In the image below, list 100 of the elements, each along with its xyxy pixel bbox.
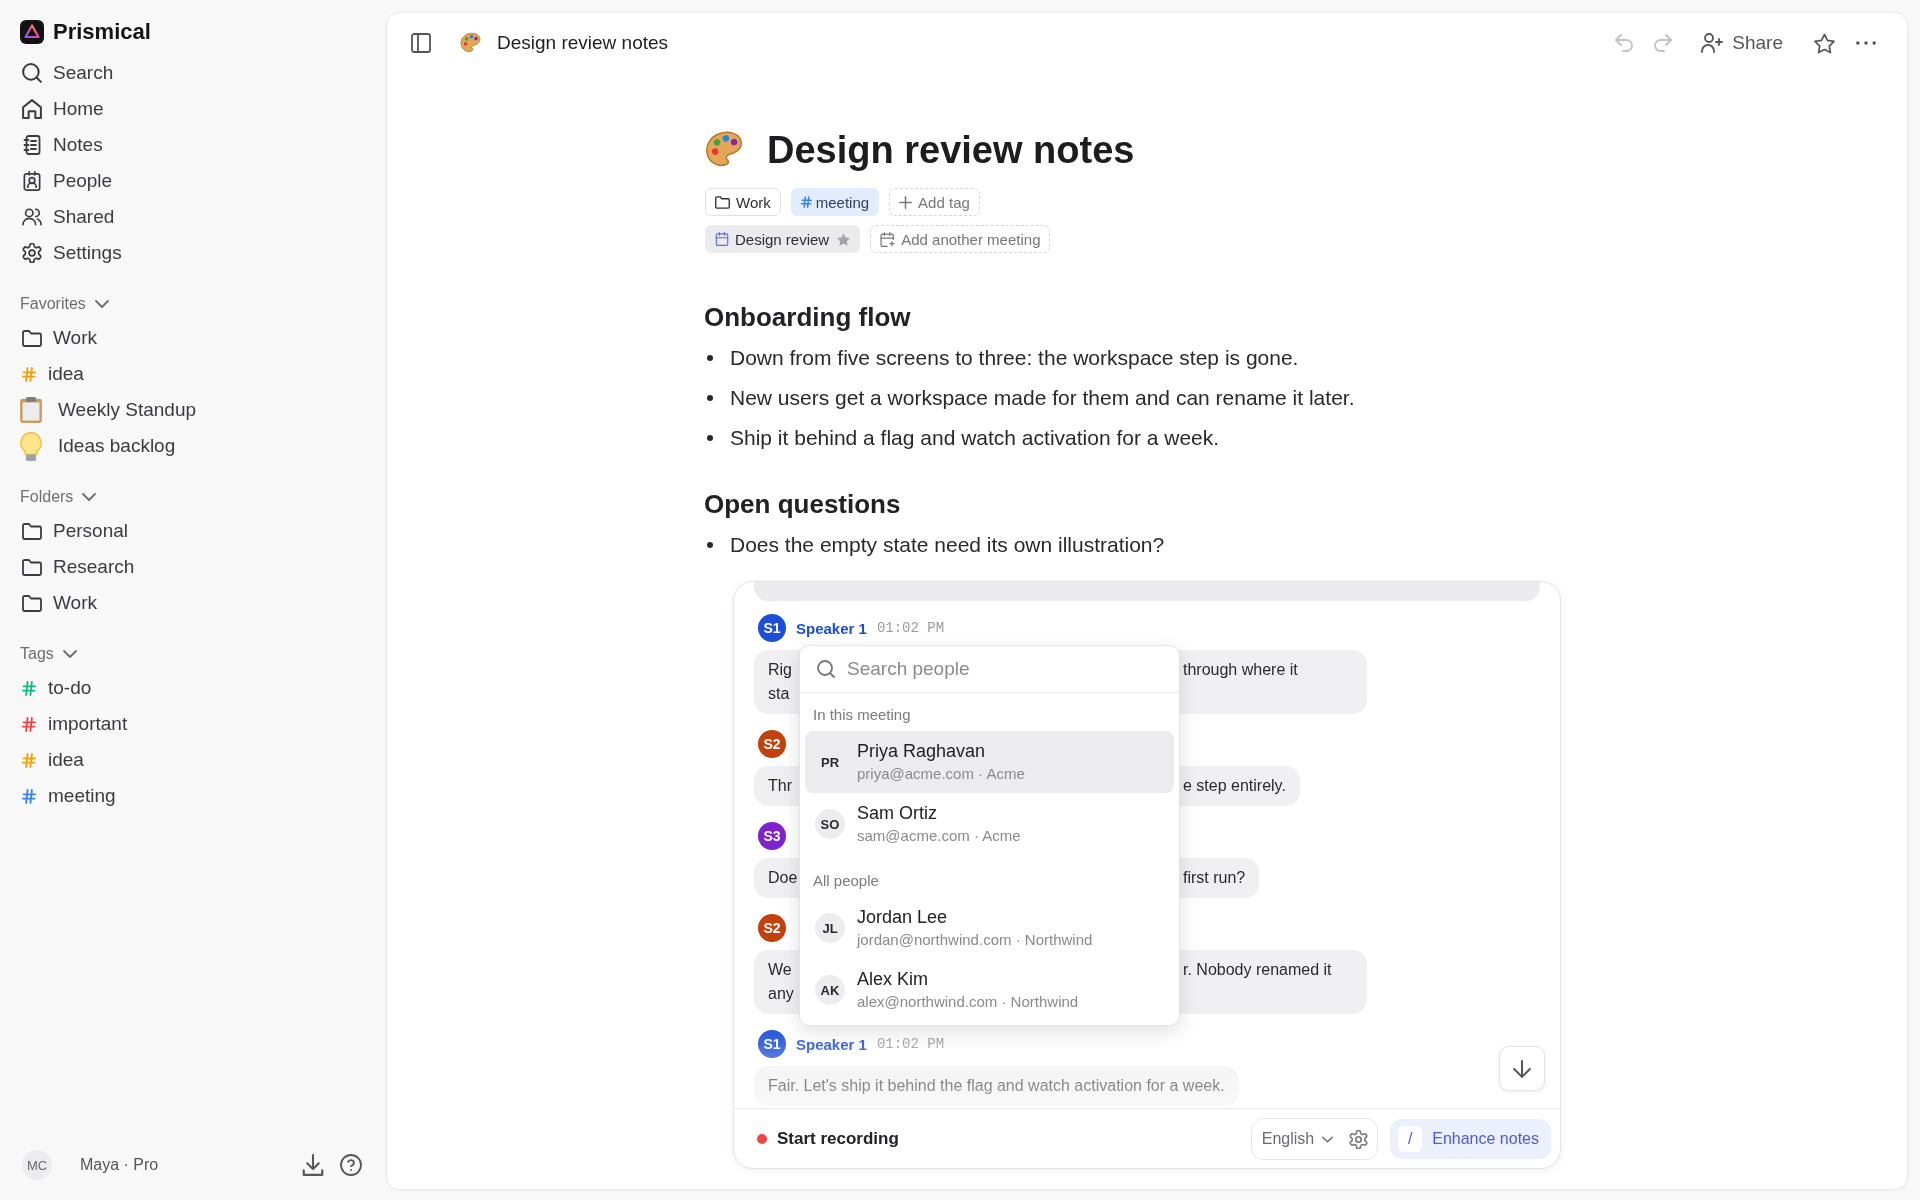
star-icon [1814,32,1835,54]
record-button[interactable]: Start recording [757,1129,899,1149]
section-heading: Onboarding flow [704,301,912,334]
section-header[interactable]: Tags [20,638,77,670]
message-text: We [768,960,793,980]
more-button[interactable] [1853,38,1879,48]
language-dropdown[interactable]: English [1261,1130,1334,1148]
sidebar-item[interactable]: to-do [20,670,92,706]
speaker-avatar: S1 [758,1030,786,1058]
folder-icon [22,594,42,612]
download-button[interactable] [300,1152,326,1178]
person-details: alex@northwind.com · Northwind [857,991,1079,1012]
share-button[interactable]: Share [1698,29,1786,57]
person-name: Sam Ortiz [857,801,938,825]
timestamp: 01:02 PM [876,620,945,636]
calendar-event-chip[interactable]: Design review [705,225,861,253]
logo-icon [20,20,44,44]
nav-item[interactable]: People [20,163,113,199]
person-name: Alex Kim [857,967,929,991]
plus-icon [899,195,913,209]
download-icon [302,1154,324,1176]
house-icon [22,99,42,119]
help-button[interactable] [338,1152,364,1178]
message-text: any [768,984,795,1004]
person-avatar: SO [815,809,845,839]
bullet-icon [707,355,713,361]
bullet-text: New users get a workspace made for them and can rename it later. [730,386,1355,410]
add-tag-button[interactable]: Add tag [889,188,980,216]
sidebar-item[interactable]: Work [20,320,97,356]
sidebar-item[interactable]: Weekly Standup [20,392,196,428]
more-icon [1856,41,1876,45]
group-label: All people [812,871,880,891]
search-icon [22,63,42,83]
speaker-name: Speaker 1 [796,619,867,637]
enhance-notes-button[interactable]: / Enhance notes [1390,1119,1551,1159]
bullet-text: Ship it behind a flag and watch activation for a week. [730,426,1220,450]
sidebar-toggle-button[interactable] [408,30,434,56]
sidebar-item[interactable]: Ideas backlog [20,428,176,464]
folder-icon [22,558,42,576]
page-title: Design review notes [497,32,669,54]
bullet-text: Down from five screens to three: the workspace step is gone. [730,346,1299,370]
nav-item[interactable]: Notes [20,127,103,163]
message-text: Doe [768,868,799,888]
lightbulb-icon [20,431,42,461]
shortcut-key: / [1398,1126,1423,1152]
sidebar-item[interactable]: Work [20,585,97,621]
bullet-text: Does the empty state need its own illustration? [730,533,1165,557]
message-text: Rig [768,660,793,680]
sidebar-item[interactable]: meeting [20,778,116,814]
speaker-avatar: S2 [758,914,786,942]
search-field[interactable]: Search people [847,656,1162,682]
tag-chip[interactable]: meeting [790,188,880,216]
message-text: r. Nobody renamed it [1183,960,1332,980]
person-name: Jordan Lee [857,905,949,929]
sidebar-item[interactable]: Research [20,549,135,585]
scroll-down-button[interactable] [1499,1046,1545,1091]
sidebar-item[interactable]: idea [20,742,84,778]
star-icon [837,232,851,246]
nav-item[interactable]: Search [20,55,114,91]
calendar-icon [715,232,729,246]
message-text: sta [768,684,791,704]
help-icon [340,1154,362,1176]
app-name: Prismical [53,19,151,45]
bullet-icon [707,435,713,441]
folder-icon [715,195,730,209]
nav-item[interactable]: Settings [20,235,122,271]
search-icon [817,660,835,678]
group-label: In this meeting [812,705,912,725]
person-avatar: JL [815,913,845,943]
message-text: first run? [1183,868,1246,888]
sidebar-item[interactable]: important [20,706,128,742]
nav-item[interactable]: Home [20,91,104,127]
user-avatar: MC [22,1150,52,1180]
record-dot-icon [757,1134,767,1144]
people-icon [22,207,42,227]
person-avatar: PR [819,753,841,772]
note-title: Design review notes [767,128,1135,173]
person-details: jordan@northwind.com · Northwind [857,929,1093,950]
folder-chip[interactable]: Work [705,188,781,216]
sidebar-item[interactable]: idea [20,356,84,392]
settings-button[interactable] [1349,1129,1369,1149]
palette-icon [460,32,482,54]
user-name: Maya · Pro [80,1156,159,1174]
section-header[interactable]: Folders [20,481,97,513]
sidebar-item[interactable]: Personal [20,513,128,549]
settings-icon [22,243,42,263]
nav-item[interactable]: Shared [20,199,115,235]
add-event-button[interactable]: Add another meeting [870,225,1051,253]
undo-icon [1615,34,1634,52]
message-text: through where it [1183,660,1298,680]
timestamp: 01:02 PM [876,1036,945,1052]
speaker-avatar: S3 [758,822,786,850]
speaker-avatar: S1 [758,614,786,642]
person-option[interactable]: AK Alex Kim alex@northwind.com · Northwind [805,959,1174,1021]
person-name: Priya Raghavan [857,739,987,763]
clipboard-icon [20,397,42,423]
person-option[interactable]: JL Jordan Lee jordan@northwind.com · Northwind [805,897,1174,959]
person-details: priya@acme.com · Acme [857,763,1025,784]
section-header[interactable]: Favorites [20,288,109,320]
chevron-down-icon [1322,1135,1334,1143]
